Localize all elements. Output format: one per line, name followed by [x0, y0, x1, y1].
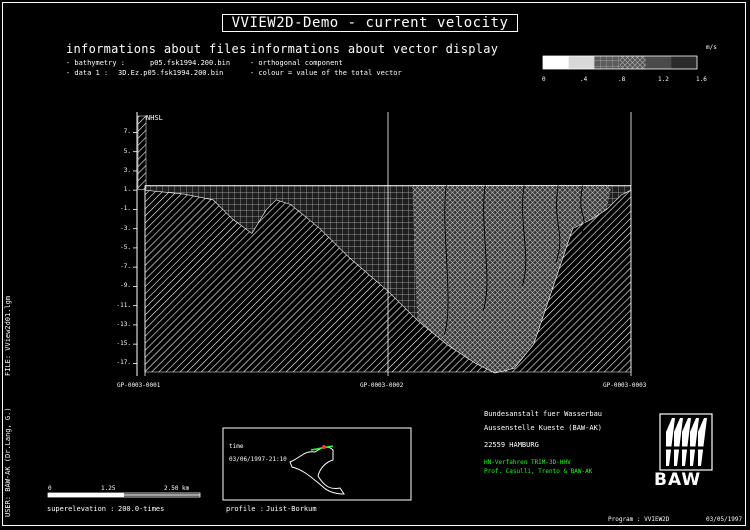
- y-tick-label: -9.: [120, 282, 131, 290]
- legend-tick-label: .8: [618, 76, 626, 83]
- legend-color-box: [645, 56, 672, 69]
- footer-date: 03/05/1997: [706, 516, 743, 523]
- scale-tick-2: 2.50 km: [164, 485, 190, 492]
- y-tick-label: -11.: [116, 301, 131, 309]
- legend-color-box: [543, 56, 570, 69]
- legend-tick-label: 1.6: [696, 76, 707, 83]
- y-tick-label: -3.: [120, 224, 131, 232]
- profile-value: Juist-Borkum: [266, 505, 317, 513]
- scale-tick-0: 0: [48, 485, 52, 492]
- legend-color-box: [671, 56, 698, 69]
- y-tick-label: -15.: [116, 340, 131, 348]
- program-label: Program : VVIEW2D: [608, 516, 670, 523]
- map-caption-1: time: [229, 443, 244, 450]
- station-label: GP-0003-0003: [603, 382, 647, 389]
- legend-pattern-box: [594, 56, 620, 69]
- scale-bar-fill: [48, 493, 124, 497]
- institution-line3: 22559 HAMBURG: [484, 441, 539, 449]
- y-tick-label: -13.: [116, 320, 131, 328]
- legend-pattern-box: [620, 56, 646, 69]
- y-tick-label: 7.: [123, 128, 131, 136]
- station-label: GP-0003-0002: [360, 382, 404, 389]
- user-label: USER: BAW-AK (Dr.Lang, G.): [4, 407, 12, 517]
- coastline-outline: [289, 446, 345, 495]
- profile-position-marker: [322, 445, 326, 449]
- legend-tick-label: 0: [542, 76, 546, 83]
- y-tick-label: 5.: [123, 147, 131, 155]
- institution-line2: Aussenstelle Kueste (BAW-AK): [484, 424, 603, 432]
- institution-line1: Bundesanstalt fuer Wasserbau: [484, 410, 603, 418]
- superelevation-label: superelevation :: [47, 505, 115, 513]
- file-label: FILE: VView2d01.lgm: [4, 295, 12, 376]
- y-tick-label: -17.: [116, 359, 131, 367]
- scale-tick-1: 1.25: [101, 485, 116, 492]
- vview2d-screen: VVIEW2D-Demo - current velocity informat…: [0, 0, 750, 530]
- institution-line5: Prof. Casulli, Trento & BAW-AK: [484, 468, 593, 475]
- map-caption-2: 03/06/1997-21:10: [229, 456, 287, 463]
- superelevation-value: 200.0-times: [118, 505, 165, 513]
- y-tick-label: 3.: [123, 166, 131, 174]
- y-tick-label: -7.: [120, 263, 131, 271]
- legend-tick-label: .4: [580, 76, 588, 83]
- y-tick-label: -1.: [120, 205, 131, 213]
- baw-logo-text: BAW: [654, 470, 702, 490]
- legend-color-box: [568, 56, 595, 69]
- institution-line4: HN-Verfahren TRIM-3D-HHV: [484, 459, 571, 466]
- legend-tick-label: 1.2: [658, 76, 669, 83]
- left-bank-column: [137, 115, 147, 190]
- overview-map-frame: [222, 427, 412, 501]
- y-tick-label: -5.: [120, 243, 131, 251]
- profile-label: profile :: [226, 505, 264, 513]
- y-tick-label: 1.: [123, 186, 131, 194]
- station-label: GP-0003-0001: [117, 382, 161, 389]
